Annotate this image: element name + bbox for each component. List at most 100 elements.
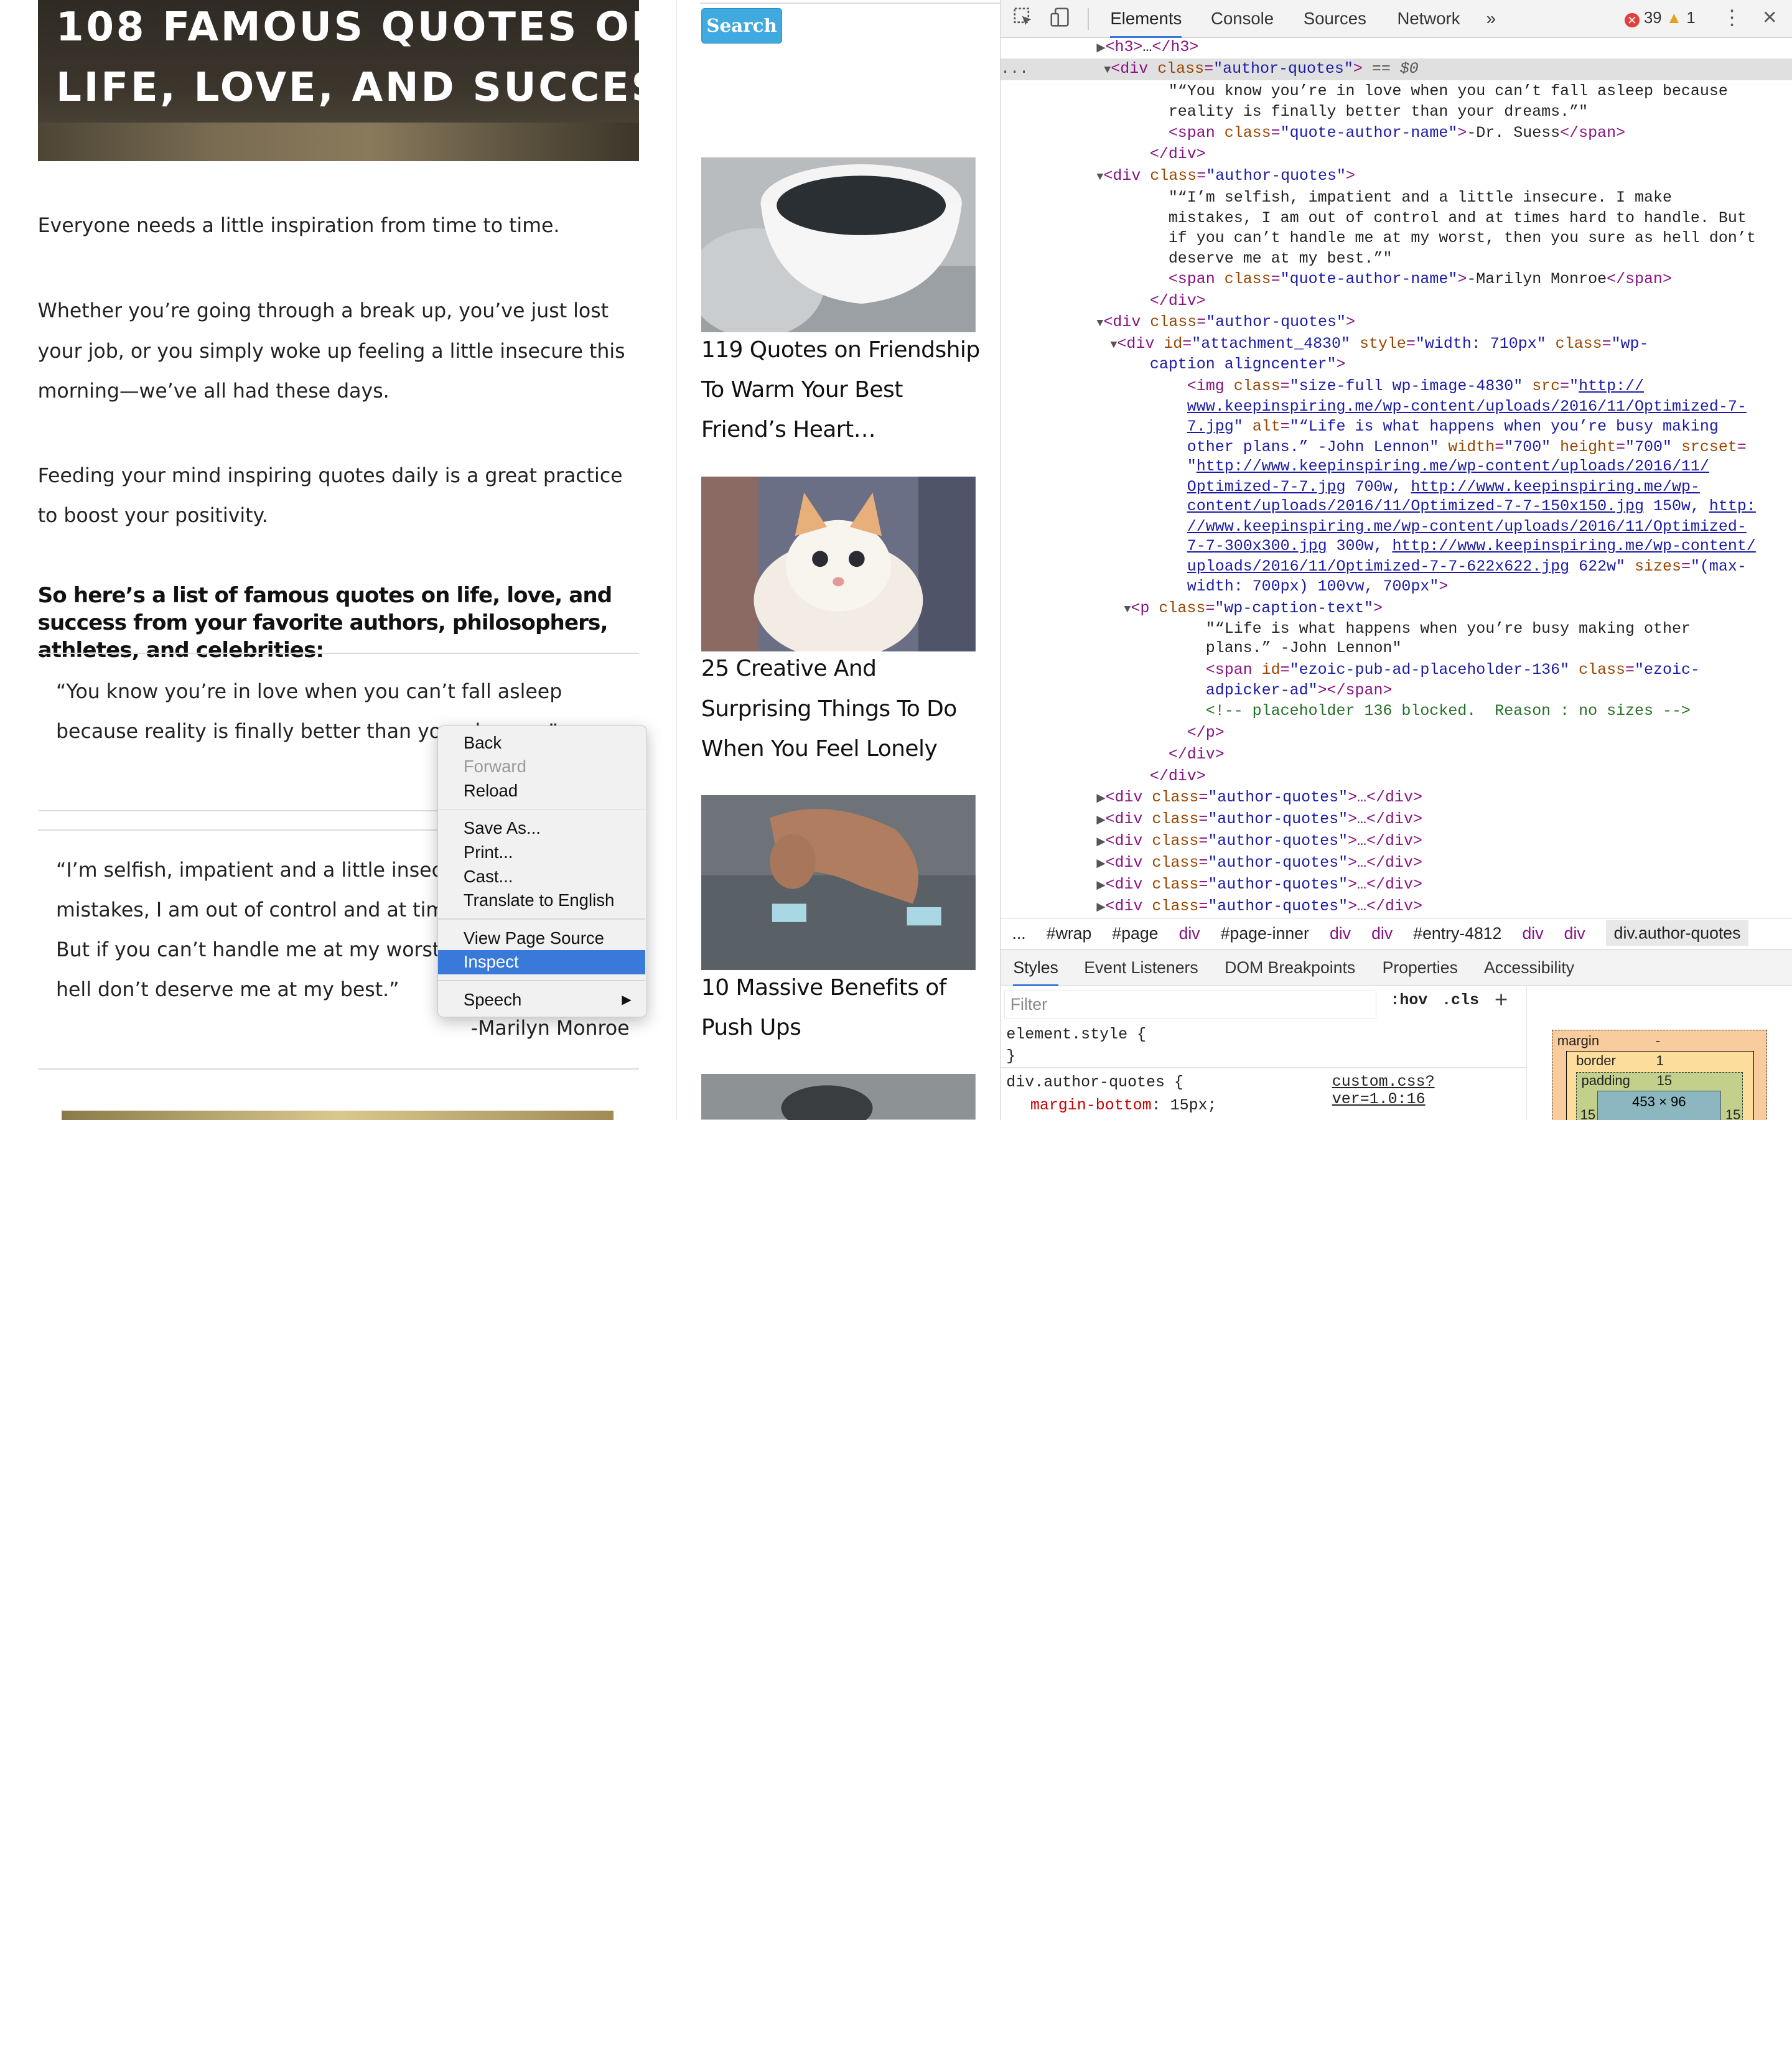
dom-text[interactable]: "“I’m selfish, impatient and a little in… [1001, 187, 1792, 209]
dom-text[interactable]: plans.” -John Lennon" [1001, 638, 1792, 660]
dom-attr-cont[interactable]: content/uploads/2016/11/Optimized-7-7-15… [1001, 496, 1792, 518]
breadcrumb-item[interactable]: div [1371, 924, 1393, 943]
dom-node-selected[interactable]: ... ▼<div class="author-quotes"> == $0 [1001, 58, 1792, 80]
dom-close: </div> [1168, 745, 1225, 763]
dom-attr-cont[interactable]: 7-7-300x300.jpg 300w, http://www.keepins… [1001, 536, 1792, 557]
error-count: 39 [1643, 9, 1662, 27]
breadcrumb-item[interactable]: div [1179, 924, 1200, 943]
dom-node-div[interactable]: ▶<div class="author-quotes">…</div> [1001, 787, 1792, 809]
hero-rock-bg [37, 122, 639, 161]
tab-dom-breakpoints[interactable]: DOM Breakpoints [1225, 949, 1355, 986]
intro-paragraph-1: Everyone needs a little inspiration from… [37, 214, 560, 237]
breadcrumb-ellipsis[interactable]: ... [1012, 924, 1025, 943]
tab-event-listeners[interactable]: Event Listeners [1084, 949, 1198, 986]
tab-accessibility[interactable]: Accessibility [1484, 949, 1574, 986]
rule-close: } [1006, 1047, 1016, 1065]
breadcrumb-current[interactable]: div.author-quotes [1605, 920, 1749, 946]
dom-node-div[interactable]: ▶<div class="author-quotes">…</div> [1001, 852, 1792, 874]
dom-node-div[interactable]: ▶<div class="author-quotes">…</div> [1001, 896, 1792, 918]
devtools-panel: Elements Console Sources Network » ✕ 39 … [1000, 0, 1792, 1120]
dom-text[interactable]: mistakes, I am out of control and at tim… [1001, 208, 1792, 230]
menu-item-cast[interactable]: Cast... [438, 865, 645, 889]
dom-text[interactable]: "“You know you’re in love when you can’t… [1001, 81, 1792, 103]
warning-count: 1 [1686, 9, 1696, 27]
new-rule-button[interactable]: + [1495, 989, 1508, 1015]
dom-comment[interactable]: <!-- placeholder 136 blocked. Reason : n… [1001, 701, 1792, 722]
rule-declaration[interactable]: margin-bottom: 15px; [1030, 1095, 1217, 1117]
breadcrumb-item[interactable]: #wrap [1047, 924, 1092, 943]
breadcrumb-item[interactable]: div [1522, 924, 1543, 943]
search-button[interactable]: Search [701, 7, 783, 44]
dom-node-div[interactable]: ▶<div class="author-quotes">…</div> [1001, 874, 1792, 896]
menu-item-translate[interactable]: Translate to English [438, 889, 645, 913]
breadcrumb-item[interactable]: #entry-4812 [1413, 924, 1501, 943]
dom-attr-cont: caption aligncenter"> [1149, 356, 1346, 374]
dom-node-span[interactable]: <span id="ezoic-pub-ad-placeholder-136" … [1001, 660, 1792, 681]
post-thumbnail-next[interactable] [701, 1074, 976, 1120]
rule-author-quotes[interactable]: div.author-quotes { [1006, 1072, 1183, 1094]
kebab-menu-icon[interactable]: ⋮ [1720, 6, 1743, 30]
more-tabs-icon[interactable]: » [1486, 0, 1496, 38]
menu-item-back[interactable]: Back [438, 731, 645, 755]
menu-item-speech[interactable]: Speech ▶ [438, 988, 645, 1012]
dom-node-attachment[interactable]: ▼<div id="attachment_4830" style="width:… [1001, 334, 1792, 355]
dom-node-div[interactable]: ▼<div class="author-quotes"> [1001, 312, 1792, 334]
dom-attr-cont[interactable]: www.keepinspiring.me/wp-content/uploads/… [1001, 396, 1792, 418]
tab-sources[interactable]: Sources [1304, 0, 1366, 38]
dom-node-div[interactable]: ▶<div class="author-quotes">…</div> [1001, 831, 1792, 852]
dom-attr-cont[interactable]: //www.keepinspiring.me/wp-content/upload… [1001, 516, 1792, 538]
dom-tree[interactable]: ▶<h3>…</h3> ... ▼<div class="author-quot… [1001, 37, 1792, 918]
box-model-padding[interactable]: padding 15 15 15 453 × 96 [1576, 1071, 1743, 1120]
dom-node-h3[interactable]: ▶<h3>…</h3> [1001, 38, 1792, 58]
dom-attr-cont[interactable]: Optimized-7-7.jpg 700w, http://www.keepi… [1001, 477, 1792, 498]
dom-attr-cont[interactable]: 7.jpg" alt="“Life is what happens when y… [1001, 416, 1792, 438]
tab-console[interactable]: Console [1211, 0, 1274, 38]
dom-attr-cont[interactable]: "http://www.keepinspiring.me/wp-content/… [1001, 456, 1792, 478]
dom-node-div[interactable]: ▼<div class="author-quotes"> [1001, 166, 1792, 187]
tab-styles[interactable]: Styles [1013, 949, 1058, 987]
post-thumbnail-coffee[interactable] [701, 157, 976, 333]
close-icon[interactable]: ✕ [1758, 7, 1781, 30]
rule-source-link[interactable]: custom.css?ver=1.0:16 [1332, 1073, 1526, 1108]
dom-node-span[interactable]: <span class="quote-author-name">-Marilyn… [1001, 269, 1792, 291]
menu-item-inspect[interactable]: Inspect [438, 950, 645, 974]
dom-text[interactable]: "“Life is what happens when you’re busy … [1001, 618, 1792, 640]
dom-text[interactable]: deserve me at my best.”" [1001, 248, 1792, 270]
breadcrumb-item[interactable]: #page [1112, 924, 1158, 943]
menu-item-save-as[interactable]: Save As... [438, 816, 645, 841]
tab-elements[interactable]: Elements [1110, 0, 1182, 38]
devtools-toolbar: Elements Console Sources Network » ✕ 39 … [1001, 0, 1792, 38]
post-title-2[interactable]: 25 Creative And Surprising Things To Do … [701, 649, 987, 769]
hov-toggle[interactable]: :hov [1390, 992, 1427, 1009]
box-model-content[interactable]: 453 × 96 [1597, 1091, 1721, 1120]
post-title-3[interactable]: 10 Massive Benefits of Push Ups [701, 968, 987, 1048]
post-title-1[interactable]: 119 Quotes on Friendship To Warm Your Be… [701, 330, 987, 450]
cls-toggle[interactable]: .cls [1442, 992, 1479, 1009]
inspect-element-icon[interactable] [1012, 7, 1035, 30]
dom-text[interactable]: reality is finally better than your drea… [1001, 101, 1792, 123]
menu-item-reload[interactable]: Reload [438, 779, 645, 803]
tab-network[interactable]: Network [1397, 0, 1460, 38]
dom-node-div[interactable]: ▶<div class="author-quotes">…</div> [1001, 809, 1792, 831]
article-column: 108 FAMOUS QUOTES ON LIFE, LOVE, AND SUC… [0, 0, 677, 1120]
menu-item-print[interactable]: Print... [438, 841, 645, 865]
dom-node-span[interactable]: <span class="quote-author-name">-Dr. Sue… [1001, 123, 1792, 144]
menu-item-view-source[interactable]: View Page Source [438, 926, 645, 951]
box-model-margin[interactable]: margin - border 1 padding 15 15 15 453 ×… [1552, 1029, 1767, 1120]
post-thumbnail-kitten[interactable] [701, 476, 976, 651]
styles-filter-input[interactable]: Filter [1004, 991, 1377, 1020]
dom-node-p[interactable]: ▼<p class="wp-caption-text"> [1001, 598, 1792, 620]
breadcrumb-item[interactable]: #page-inner [1221, 924, 1309, 943]
breadcrumb-item[interactable]: div [1330, 924, 1351, 943]
intro-paragraph-3: Feeding your mind inspiring quotes daily… [37, 464, 623, 528]
box-model-border[interactable]: border 1 padding 15 15 15 453 × 96 [1566, 1050, 1754, 1120]
dom-text[interactable]: if you can’t handle me at my worst, then… [1001, 228, 1792, 250]
error-warning-counter[interactable]: ✕ 39 ▲ 1 [1624, 9, 1696, 28]
rule-element-style[interactable]: element.style { [1006, 1024, 1146, 1046]
breadcrumb-item[interactable]: div [1564, 924, 1585, 943]
post-thumbnail-pushups[interactable] [701, 795, 976, 971]
device-toolbar-icon[interactable] [1048, 7, 1071, 30]
dom-node-img[interactable]: <img class="size-full wp-image-4830" src… [1001, 376, 1792, 398]
dom-attr-cont[interactable]: uploads/2016/11/Optimized-7-7-622x622.jp… [1001, 556, 1792, 578]
tab-properties[interactable]: Properties [1383, 949, 1458, 986]
